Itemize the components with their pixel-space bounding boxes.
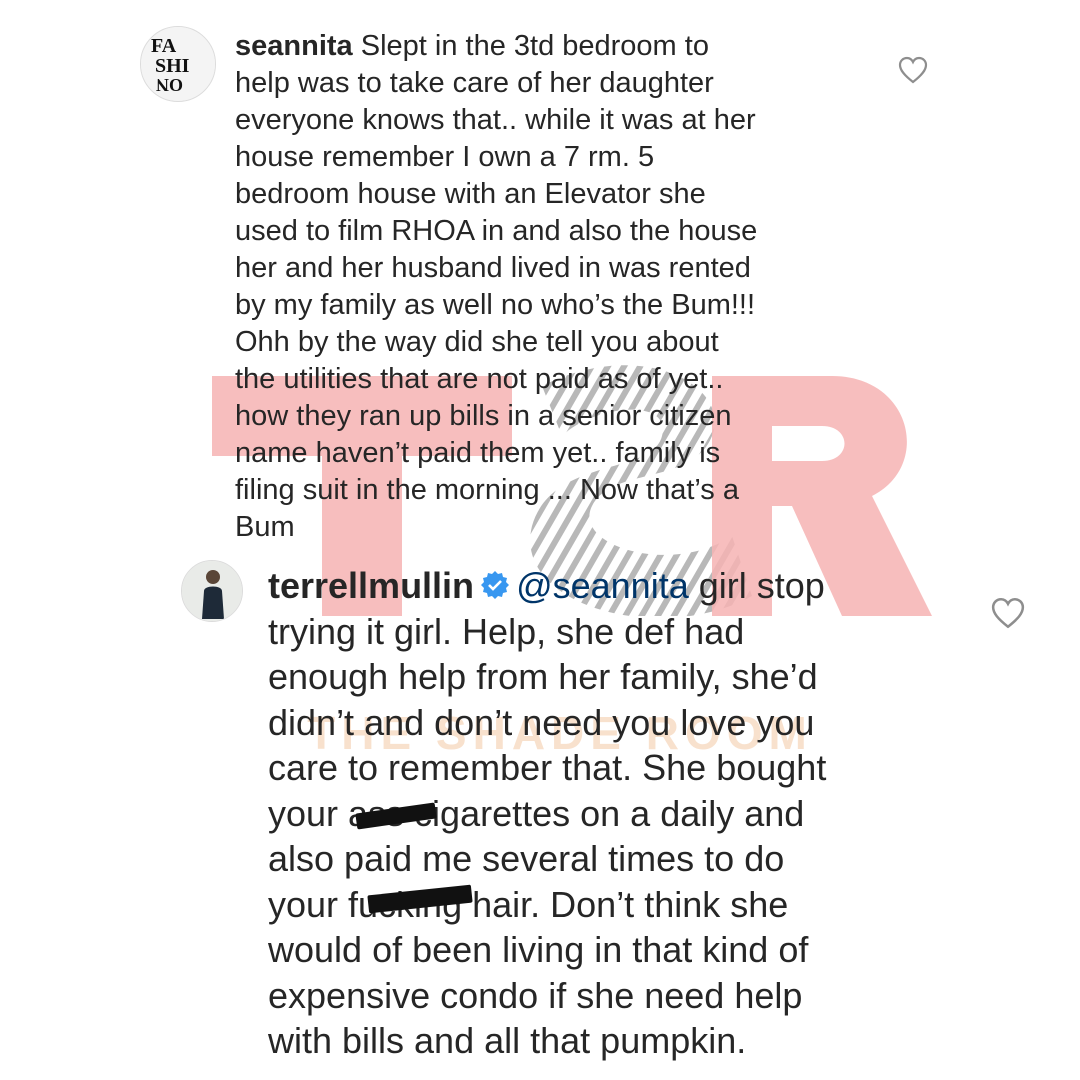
comment-body: trying it girl. Help, she def had enough…	[268, 610, 827, 1062]
heart-outline-icon[interactable]	[990, 597, 1026, 629]
comment-text: seannita Slept in the 3td bedroom to hel…	[235, 28, 875, 546]
mention-link[interactable]: @seannita	[516, 565, 689, 606]
username[interactable]: seannita	[235, 30, 353, 62]
avatar[interactable]	[181, 560, 243, 622]
svg-text:ON: ON	[156, 75, 183, 95]
comment-body-first-line: girl stop	[698, 565, 825, 606]
avatar[interactable]: FA SHI ON	[140, 26, 216, 102]
username[interactable]: terrellmullin	[268, 565, 474, 606]
person-photo-icon	[182, 561, 242, 621]
comment-body: Slept in the 3td bedroom to help was to …	[235, 30, 758, 543]
svg-text:SHI: SHI	[155, 55, 190, 77]
svg-text:FA: FA	[151, 35, 177, 57]
heart-outline-icon[interactable]	[898, 56, 928, 84]
verified-badge-icon	[481, 571, 510, 600]
fashion-logo-icon: FA SHI ON	[141, 27, 215, 101]
